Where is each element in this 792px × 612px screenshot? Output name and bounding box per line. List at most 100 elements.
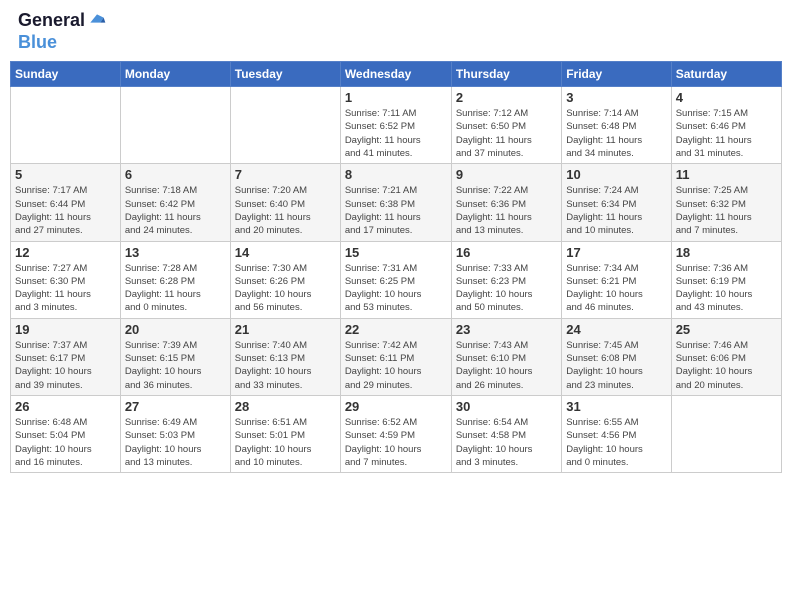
day-number: 20 [125,322,226,337]
day-number: 24 [566,322,666,337]
calendar-week-row: 26 Sunrise: 6:48 AM Sunset: 5:04 PM Dayli… [11,395,782,472]
day-info: Sunrise: 7:18 AM Sunset: 6:42 PM Dayligh… [125,184,226,237]
day-number: 18 [676,245,777,260]
calendar-cell [230,87,340,164]
day-info: Sunrise: 7:31 AM Sunset: 6:25 PM Dayligh… [345,262,447,315]
logo-text: General [18,10,85,32]
logo: General Blue [18,10,107,53]
calendar-cell: 9 Sunrise: 7:22 AM Sunset: 6:36 PM Daylig… [451,164,561,241]
day-info: Sunrise: 7:34 AM Sunset: 6:21 PM Dayligh… [566,262,666,315]
day-number: 28 [235,399,336,414]
day-number: 30 [456,399,557,414]
day-info: Sunrise: 7:21 AM Sunset: 6:38 PM Dayligh… [345,184,447,237]
day-info: Sunrise: 7:17 AM Sunset: 6:44 PM Dayligh… [15,184,116,237]
day-info: Sunrise: 6:54 AM Sunset: 4:58 PM Dayligh… [456,416,557,469]
calendar-table: SundayMondayTuesdayWednesdayThursdayFrid… [10,61,782,473]
day-number: 17 [566,245,666,260]
day-info: Sunrise: 7:42 AM Sunset: 6:11 PM Dayligh… [345,339,447,392]
calendar-cell: 3 Sunrise: 7:14 AM Sunset: 6:48 PM Daylig… [562,87,671,164]
day-info: Sunrise: 7:33 AM Sunset: 6:23 PM Dayligh… [456,262,557,315]
weekday-header-cell: Monday [120,62,230,87]
day-number: 14 [235,245,336,260]
calendar-week-row: 19 Sunrise: 7:37 AM Sunset: 6:17 PM Dayli… [11,318,782,395]
day-number: 29 [345,399,447,414]
calendar-cell: 20 Sunrise: 7:39 AM Sunset: 6:15 PM Dayli… [120,318,230,395]
day-number: 19 [15,322,116,337]
weekday-header-cell: Tuesday [230,62,340,87]
weekday-header-row: SundayMondayTuesdayWednesdayThursdayFrid… [11,62,782,87]
day-info: Sunrise: 6:52 AM Sunset: 4:59 PM Dayligh… [345,416,447,469]
calendar-cell: 16Sunrise: 7:33 AM Sunset: 6:23 PM Dayli… [451,241,561,318]
day-number: 2 [456,90,557,105]
day-number: 3 [566,90,666,105]
weekday-header-cell: Sunday [11,62,121,87]
calendar-cell: 31 Sunrise: 6:55 AM Sunset: 4:56 PM Dayli… [562,395,671,472]
day-info: Sunrise: 6:55 AM Sunset: 4:56 PM Dayligh… [566,416,666,469]
day-info: Sunrise: 7:43 AM Sunset: 6:10 PM Dayligh… [456,339,557,392]
day-number: 13 [125,245,226,260]
day-info: Sunrise: 7:27 AM Sunset: 6:30 PM Dayligh… [15,262,116,315]
day-info: Sunrise: 6:48 AM Sunset: 5:04 PM Dayligh… [15,416,116,469]
day-info: Sunrise: 6:49 AM Sunset: 5:03 PM Dayligh… [125,416,226,469]
day-number: 5 [15,167,116,182]
calendar-cell: 17 Sunrise: 7:34 AM Sunset: 6:21 PM Dayli… [562,241,671,318]
calendar-cell: 10Sunrise: 7:24 AM Sunset: 6:34 PM Dayli… [562,164,671,241]
day-number: 9 [456,167,557,182]
calendar-week-row: 1 Sunrise: 7:11 AM Sunset: 6:52 PM Daylig… [11,87,782,164]
day-info: Sunrise: 7:11 AM Sunset: 6:52 PM Dayligh… [345,107,447,160]
day-info: Sunrise: 7:46 AM Sunset: 6:06 PM Dayligh… [676,339,777,392]
calendar-cell: 1 Sunrise: 7:11 AM Sunset: 6:52 PM Daylig… [340,87,451,164]
day-number: 11 [676,167,777,182]
day-info: Sunrise: 7:20 AM Sunset: 6:40 PM Dayligh… [235,184,336,237]
day-number: 15 [345,245,447,260]
calendar-cell [11,87,121,164]
day-info: Sunrise: 7:45 AM Sunset: 6:08 PM Dayligh… [566,339,666,392]
day-info: Sunrise: 7:15 AM Sunset: 6:46 PM Dayligh… [676,107,777,160]
calendar-week-row: 12Sunrise: 7:27 AM Sunset: 6:30 PM Dayli… [11,241,782,318]
weekday-header-cell: Wednesday [340,62,451,87]
day-number: 4 [676,90,777,105]
calendar-week-row: 5 Sunrise: 7:17 AM Sunset: 6:44 PM Daylig… [11,164,782,241]
page-header: General Blue [10,10,782,53]
day-info: Sunrise: 7:39 AM Sunset: 6:15 PM Dayligh… [125,339,226,392]
logo-icon [87,11,107,31]
day-number: 22 [345,322,447,337]
day-info: Sunrise: 7:22 AM Sunset: 6:36 PM Dayligh… [456,184,557,237]
day-info: Sunrise: 7:36 AM Sunset: 6:19 PM Dayligh… [676,262,777,315]
day-info: Sunrise: 7:14 AM Sunset: 6:48 PM Dayligh… [566,107,666,160]
day-number: 23 [456,322,557,337]
weekday-header-cell: Saturday [671,62,781,87]
calendar-cell: 30 Sunrise: 6:54 AM Sunset: 4:58 PM Dayli… [451,395,561,472]
calendar-cell [671,395,781,472]
calendar-cell: 29 Sunrise: 6:52 AM Sunset: 4:59 PM Dayli… [340,395,451,472]
calendar-cell: 27Sunrise: 6:49 AM Sunset: 5:03 PM Dayli… [120,395,230,472]
calendar-cell: 2Sunrise: 7:12 AM Sunset: 6:50 PM Daylig… [451,87,561,164]
day-number: 1 [345,90,447,105]
weekday-header-cell: Friday [562,62,671,87]
day-info: Sunrise: 7:25 AM Sunset: 6:32 PM Dayligh… [676,184,777,237]
calendar-cell: 24 Sunrise: 7:45 AM Sunset: 6:08 PM Dayli… [562,318,671,395]
calendar-cell: 14 Sunrise: 7:30 AM Sunset: 6:26 PM Dayli… [230,241,340,318]
day-number: 21 [235,322,336,337]
day-number: 26 [15,399,116,414]
logo-blue-text: Blue [18,32,107,54]
calendar-cell: 7Sunrise: 7:20 AM Sunset: 6:40 PM Daylig… [230,164,340,241]
calendar-cell: 21Sunrise: 7:40 AM Sunset: 6:13 PM Dayli… [230,318,340,395]
calendar-cell: 6Sunrise: 7:18 AM Sunset: 6:42 PM Daylig… [120,164,230,241]
weekday-header-cell: Thursday [451,62,561,87]
day-info: Sunrise: 7:37 AM Sunset: 6:17 PM Dayligh… [15,339,116,392]
calendar-cell [120,87,230,164]
calendar-cell: 26 Sunrise: 6:48 AM Sunset: 5:04 PM Dayli… [11,395,121,472]
calendar-cell: 5 Sunrise: 7:17 AM Sunset: 6:44 PM Daylig… [11,164,121,241]
calendar-cell: 19 Sunrise: 7:37 AM Sunset: 6:17 PM Dayli… [11,318,121,395]
calendar-cell: 4 Sunrise: 7:15 AM Sunset: 6:46 PM Daylig… [671,87,781,164]
day-info: Sunrise: 7:30 AM Sunset: 6:26 PM Dayligh… [235,262,336,315]
calendar-cell: 11 Sunrise: 7:25 AM Sunset: 6:32 PM Dayli… [671,164,781,241]
calendar-body: 1 Sunrise: 7:11 AM Sunset: 6:52 PM Daylig… [11,87,782,473]
calendar-cell: 22 Sunrise: 7:42 AM Sunset: 6:11 PM Dayli… [340,318,451,395]
day-number: 25 [676,322,777,337]
day-number: 31 [566,399,666,414]
calendar-cell: 23 Sunrise: 7:43 AM Sunset: 6:10 PM Dayli… [451,318,561,395]
day-number: 10 [566,167,666,182]
day-info: Sunrise: 6:51 AM Sunset: 5:01 PM Dayligh… [235,416,336,469]
